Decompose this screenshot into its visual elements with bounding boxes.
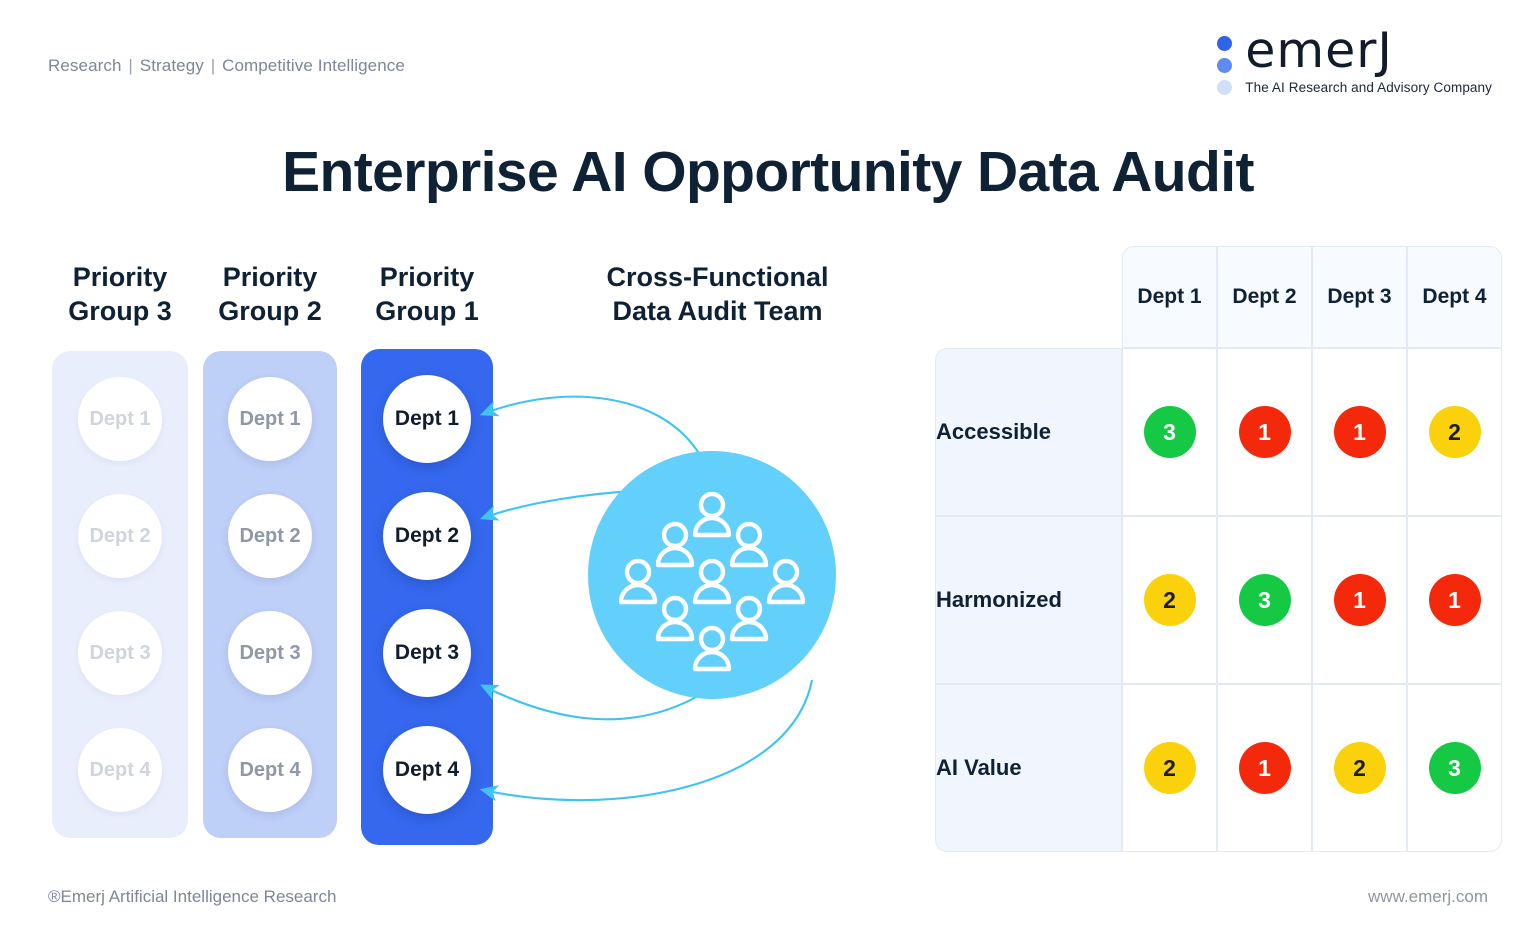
person-icon [692,491,732,538]
score-cell[interactable]: 3 [1217,516,1312,684]
person-icon [618,558,658,605]
dept-circle[interactable]: Dept 2 [383,492,471,580]
table-row: Accessible 3 1 1 2 [935,348,1502,516]
group-heading-priority-group-2: Priority Group 2 [203,260,337,329]
footer-copyright: ®Emerj Artificial Intelligence Research [48,887,337,906]
priority-group-1-panel[interactable]: Dept 1 Dept 2 Dept 3 Dept 4 [361,349,493,845]
team-heading-line2: Data Audit Team [612,296,823,327]
score-cell[interactable]: 1 [1407,516,1502,684]
emerj-logo: emerJ The AI Research and Advisory Compa… [1217,22,1492,95]
page-title: Enterprise AI Opportunity Data Audit [282,140,1254,204]
logo-dot-medium-icon [1217,58,1233,73]
group-heading-line1: Priority [379,262,475,292]
logo-dot-dark-icon [1217,36,1233,51]
score-cell[interactable]: 3 [1407,684,1502,852]
score-cell[interactable]: 1 [1217,348,1312,516]
column-header-label: Dept 4 [1422,285,1487,309]
table-corner-cell [935,246,1122,348]
dept-circle[interactable]: Dept 2 [78,494,162,578]
dept-circle[interactable]: Dept 1 [228,377,312,461]
group-heading-priority-group-3: Priority Group 3 [52,260,188,329]
score-cell[interactable]: 1 [1312,348,1407,516]
group-heading-line2: Group 1 [375,296,479,327]
dept-circle[interactable]: Dept 4 [383,726,471,814]
column-header-dept-3: Dept 3 [1312,246,1407,348]
dept-circle[interactable]: Dept 1 [383,375,471,463]
person-icon [729,521,769,568]
person-icon [655,521,695,568]
column-header-dept-2: Dept 2 [1217,246,1312,348]
person-icon [729,595,769,642]
column-header-dept-4: Dept 4 [1407,246,1502,348]
tagline-separator-2: | [210,56,216,75]
logo-text-block: emerJ The AI Research and Advisory Compa… [1245,22,1492,95]
group-heading-line1: Priority [72,262,168,292]
priority-group-3-panel[interactable]: Dept 1 Dept 2 Dept 3 Dept 4 [52,351,188,838]
score-badge: 2 [1428,406,1481,458]
team-people-icons [618,491,806,672]
table-row: AI Value 2 1 2 3 [935,684,1502,852]
logo-subtitle: The AI Research and Advisory Company [1245,79,1492,95]
column-header-label: Dept 1 [1137,285,1202,309]
tagline-part-1: Research [48,56,122,75]
score-badge: 2 [1143,742,1196,794]
dept-circle[interactable]: Dept 3 [228,611,312,695]
footer-website: www.emerj.com [1368,887,1488,906]
column-header-label: Dept 2 [1232,285,1297,309]
logo-dots [1217,28,1233,95]
tagline-part-2: Strategy [139,56,204,75]
score-badge: 1 [1238,406,1291,458]
row-label-harmonized: Harmonized [935,516,1122,684]
dept-circle[interactable]: Dept 1 [78,377,162,461]
dept-circle[interactable]: Dept 3 [383,609,471,697]
score-badge: 1 [1333,406,1386,458]
score-badge: 3 [1143,406,1196,458]
team-heading-line1: Cross-Functional [606,262,829,292]
score-badge: 2 [1143,574,1196,626]
score-cell[interactable]: 1 [1312,516,1407,684]
table-header-row: Dept 1 Dept 2 Dept 3 Dept 4 [935,246,1502,348]
dept-circle[interactable]: Dept 2 [228,494,312,578]
group-heading-line2: Group 2 [218,296,322,327]
score-cell[interactable]: 2 [1122,684,1217,852]
tagline-part-3: Competitive Intelligence [222,56,405,75]
table-row: Harmonized 2 3 1 1 [935,516,1502,684]
tagline-separator-1: | [128,56,133,75]
connector-to-dept-1 [479,395,701,456]
score-cell[interactable]: 2 [1312,684,1407,852]
score-cell[interactable]: 3 [1122,348,1217,516]
audit-matrix-table: Dept 1 Dept 2 Dept 3 Dept 4 Accessible 3… [935,246,1502,852]
score-cell[interactable]: 2 [1122,516,1217,684]
dept-circle[interactable]: Dept 4 [78,728,162,812]
person-icon [766,558,806,605]
dept-circle[interactable]: Dept 4 [228,728,312,812]
column-header-dept-1: Dept 1 [1122,246,1217,348]
score-badge: 1 [1333,574,1386,626]
group-heading-line1: Priority [222,262,318,292]
score-badge: 1 [1238,742,1291,794]
header-tagline: Research | Strategy | Competitive Intell… [48,56,405,76]
group-heading-priority-group-1: Priority Group 1 [361,260,493,329]
person-icon [655,595,695,642]
team-heading: Cross-Functional Data Audit Team [565,260,870,329]
logo-wordmark: emerJ [1245,22,1393,79]
row-label-ai-value: AI Value [935,684,1122,852]
priority-group-2-panel[interactable]: Dept 1 Dept 2 Dept 3 Dept 4 [203,351,337,838]
score-badge: 3 [1238,574,1291,626]
score-badge: 2 [1333,742,1386,794]
group-heading-line2: Group 3 [68,296,172,327]
person-icon [692,625,732,672]
dept-circle[interactable]: Dept 3 [78,611,162,695]
score-badge: 3 [1428,742,1481,794]
cross-functional-team-circle[interactable] [588,451,836,699]
person-icon [692,558,732,605]
score-cell[interactable]: 2 [1407,348,1502,516]
logo-dot-light-icon [1217,80,1233,95]
score-cell[interactable]: 1 [1217,684,1312,852]
column-header-label: Dept 3 [1327,285,1392,309]
row-label-accessible: Accessible [935,348,1122,516]
score-badge: 1 [1428,574,1481,626]
